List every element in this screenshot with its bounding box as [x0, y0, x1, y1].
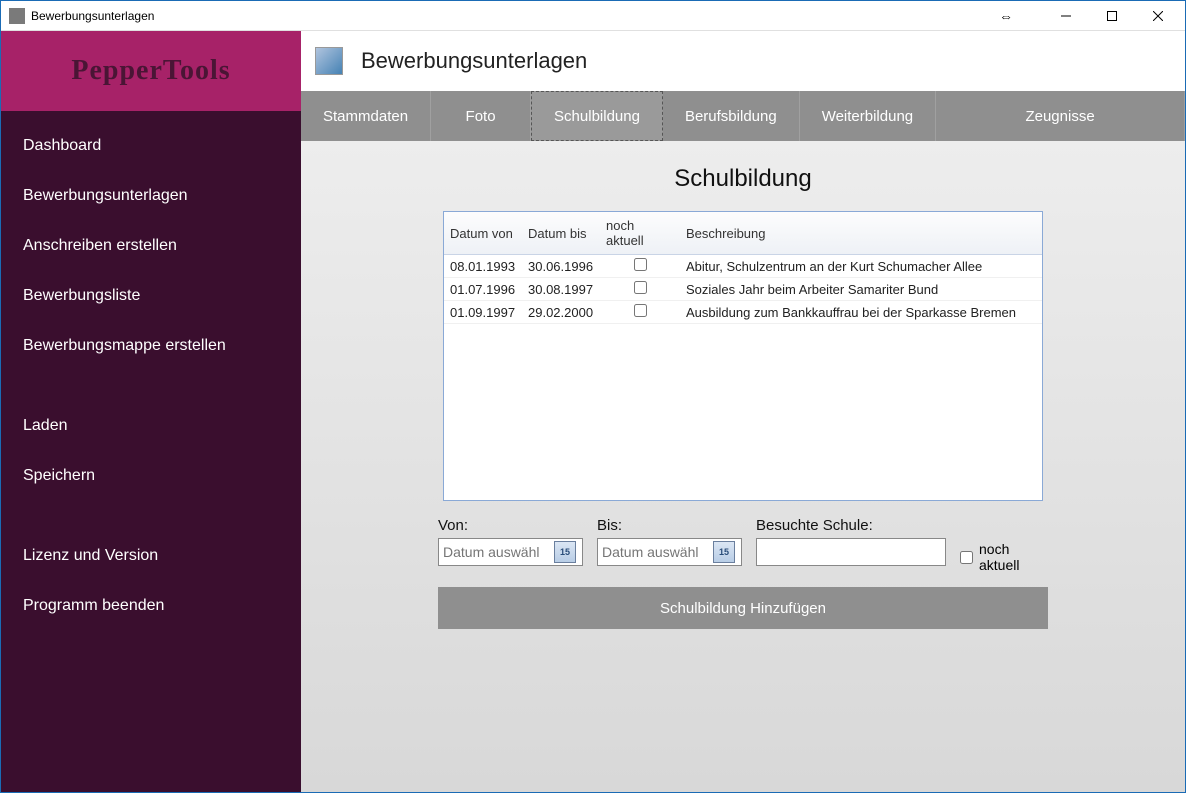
- cell-desc: Abitur, Schulzentrum an der Kurt Schumac…: [680, 255, 1042, 278]
- sidebar-item-bewerbungsliste[interactable]: Bewerbungsliste: [1, 271, 301, 321]
- sidebar-item-speichern[interactable]: Speichern: [1, 451, 301, 501]
- bis-label: Bis:: [597, 517, 742, 534]
- sidebar-item-dashboard[interactable]: Dashboard: [1, 121, 301, 171]
- tabs: Stammdaten Foto Schulbildung Berufsbildu…: [301, 91, 1185, 141]
- education-grid[interactable]: Datum von Datum bis noch aktuell Beschre…: [443, 211, 1043, 501]
- sidebar-item-anschreiben[interactable]: Anschreiben erstellen: [1, 221, 301, 271]
- table-row[interactable]: 08.01.199330.06.1996 Abitur, Schulzentrum…: [444, 255, 1042, 278]
- content-header: Bewerbungsunterlagen: [301, 31, 1185, 91]
- sidebar-item-bewerbungsmappe[interactable]: Bewerbungsmappe erstellen: [1, 321, 301, 371]
- bis-date-input[interactable]: 15: [597, 538, 742, 566]
- col-header-bis[interactable]: Datum bis: [522, 212, 600, 255]
- schule-label: Besuchte Schule:: [756, 517, 946, 534]
- sidebar-item-laden[interactable]: Laden: [1, 401, 301, 451]
- table-row[interactable]: 01.09.199729.02.2000 Ausbildung zum Bankk…: [444, 301, 1042, 324]
- tab-schulbildung[interactable]: Schulbildung: [531, 91, 663, 141]
- von-label: Von:: [438, 517, 583, 534]
- tab-zeugnisse[interactable]: Zeugnisse: [936, 91, 1185, 141]
- schule-input[interactable]: [756, 538, 946, 566]
- titlebar: Bewerbungsunterlagen ⇔: [1, 1, 1185, 31]
- table-row[interactable]: 01.07.199630.08.1997 Soziales Jahr beim A…: [444, 278, 1042, 301]
- col-header-von[interactable]: Datum von: [444, 212, 522, 255]
- cell-aktuell: [600, 255, 680, 278]
- cell-bis: 30.08.1997: [522, 278, 600, 301]
- page-title: Bewerbungsunterlagen: [361, 48, 587, 74]
- von-date-input[interactable]: 15: [438, 538, 583, 566]
- row-checkbox[interactable]: [634, 281, 647, 294]
- maximize-button[interactable]: [1089, 1, 1135, 31]
- header-icon: [315, 47, 343, 75]
- bis-date-field[interactable]: [598, 544, 713, 560]
- row-checkbox[interactable]: [634, 258, 647, 271]
- cell-bis: 30.06.1996: [522, 255, 600, 278]
- aktuell-label: noch aktuell: [979, 541, 1048, 573]
- close-button[interactable]: [1135, 1, 1181, 31]
- cell-von: 01.07.1996: [444, 278, 522, 301]
- tab-stammdaten[interactable]: Stammdaten: [301, 91, 431, 141]
- cell-aktuell: [600, 278, 680, 301]
- cell-aktuell: [600, 301, 680, 324]
- calendar-icon[interactable]: 15: [554, 541, 576, 563]
- cell-desc: Ausbildung zum Bankkauffrau bei der Spar…: [680, 301, 1042, 324]
- col-header-aktuell[interactable]: noch aktuell: [600, 212, 680, 255]
- resize-arrows-icon: ⇔: [999, 8, 1013, 24]
- add-education-button[interactable]: Schulbildung Hinzufügen: [438, 587, 1048, 629]
- logo: PepperTools: [1, 31, 301, 111]
- tab-berufsbildung[interactable]: Berufsbildung: [663, 91, 800, 141]
- cell-von: 08.01.1993: [444, 255, 522, 278]
- tab-foto[interactable]: Foto: [431, 91, 531, 141]
- cell-bis: 29.02.2000: [522, 301, 600, 324]
- von-date-field[interactable]: [439, 544, 554, 560]
- app-icon: [9, 8, 25, 24]
- col-header-desc[interactable]: Beschreibung: [680, 212, 1042, 255]
- cell-von: 01.09.1997: [444, 301, 522, 324]
- sidebar-item-lizenz[interactable]: Lizenz und Version: [1, 531, 301, 581]
- cell-desc: Soziales Jahr beim Arbeiter Samariter Bu…: [680, 278, 1042, 301]
- calendar-icon[interactable]: 15: [713, 541, 735, 563]
- sidebar: PepperTools Dashboard Bewerbungsunterlag…: [1, 31, 301, 792]
- aktuell-checkbox[interactable]: [960, 551, 973, 564]
- tab-weiterbildung[interactable]: Weiterbildung: [800, 91, 936, 141]
- row-checkbox[interactable]: [634, 304, 647, 317]
- minimize-button[interactable]: [1043, 1, 1089, 31]
- section-title: Schulbildung: [331, 165, 1155, 193]
- window-title: Bewerbungsunterlagen: [31, 9, 999, 23]
- sidebar-item-bewerbungsunterlagen[interactable]: Bewerbungsunterlagen: [1, 171, 301, 221]
- sidebar-item-beenden[interactable]: Programm beenden: [1, 581, 301, 631]
